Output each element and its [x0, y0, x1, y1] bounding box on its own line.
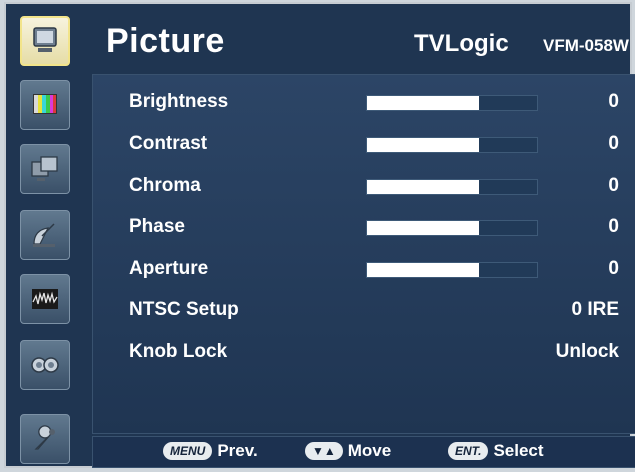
sidebar-item-input[interactable]	[20, 210, 70, 260]
menu-row-ntsc-setup[interactable]: NTSC Setup 0 IRE	[93, 291, 635, 331]
sidebar-item-color[interactable]	[20, 80, 70, 130]
sidebar	[14, 16, 86, 466]
menu-row-aperture[interactable]: Aperture 0	[93, 250, 635, 290]
sidebar-item-display[interactable]	[20, 144, 70, 194]
menu-row-chroma[interactable]: Chroma 0	[93, 167, 635, 207]
audio-speakers-icon	[31, 357, 59, 373]
slider-fill	[367, 221, 480, 235]
sidebar-item-picture[interactable]	[20, 16, 70, 66]
footer-hints: MENU Prev. ▼▲ Move ENT. Select	[92, 436, 635, 468]
row-value: 0	[608, 175, 619, 196]
brand-logo: TVLogic	[414, 30, 509, 57]
menu-row-knob-lock[interactable]: Knob Lock Unlock	[93, 333, 635, 373]
contrast-slider[interactable]	[366, 137, 538, 153]
row-value: 0	[608, 133, 619, 154]
hint-move[interactable]: ▼▲ Move	[305, 441, 391, 461]
arrow-keys-icon: ▼▲	[305, 442, 343, 460]
aperture-slider[interactable]	[366, 262, 538, 278]
row-label: Brightness	[129, 91, 229, 112]
enter-key-icon: ENT.	[448, 442, 489, 460]
brightness-slider[interactable]	[366, 95, 538, 111]
row-value: 0	[608, 91, 619, 112]
hint-label: Move	[347, 441, 392, 460]
row-label: NTSC Setup	[129, 299, 239, 320]
menu-panel: Brightness 0 Contrast 0 Chroma 0 Phase 0…	[92, 74, 635, 434]
waveform-icon	[32, 289, 58, 309]
row-value: Unlock	[555, 341, 619, 362]
page-title: Picture	[106, 22, 225, 60]
menu-row-contrast[interactable]: Contrast 0	[93, 125, 635, 165]
slider-fill	[367, 138, 480, 152]
model-name: VFM-058W	[543, 36, 629, 55]
row-value: 0	[608, 216, 619, 237]
phase-slider[interactable]	[366, 220, 538, 236]
row-label: Knob Lock	[129, 341, 228, 362]
row-label: Chroma	[129, 175, 201, 196]
slider-fill	[367, 263, 480, 277]
hint-prev[interactable]: MENU Prev.	[163, 441, 258, 461]
sidebar-item-audio[interactable]	[20, 340, 70, 390]
sidebar-item-system[interactable]	[20, 414, 70, 464]
menu-row-phase[interactable]: Phase 0	[93, 208, 635, 248]
row-value: 0	[608, 258, 619, 279]
wrench-icon	[34, 425, 55, 450]
chroma-slider[interactable]	[366, 179, 538, 195]
row-label: Aperture	[129, 258, 209, 279]
hint-select[interactable]: ENT. Select	[448, 441, 544, 461]
menu-row-brightness[interactable]: Brightness 0	[93, 83, 635, 123]
color-bars-icon	[33, 94, 57, 114]
satellite-dish-icon	[33, 223, 55, 247]
menu-key-icon: MENU	[163, 442, 213, 460]
row-label: Contrast	[129, 133, 208, 154]
row-value: 0 IRE	[571, 299, 619, 320]
hint-label: Prev.	[217, 441, 258, 460]
multi-screen-icon	[31, 156, 58, 181]
hint-label: Select	[493, 441, 544, 460]
sidebar-item-waveform[interactable]	[20, 274, 70, 324]
slider-fill	[367, 180, 480, 194]
slider-fill	[367, 96, 480, 110]
row-label: Phase	[129, 216, 185, 237]
osd-screen: Picture TVLogic VFM-058W Brightness 0 Co…	[4, 2, 635, 468]
monitor-icon	[33, 27, 57, 52]
